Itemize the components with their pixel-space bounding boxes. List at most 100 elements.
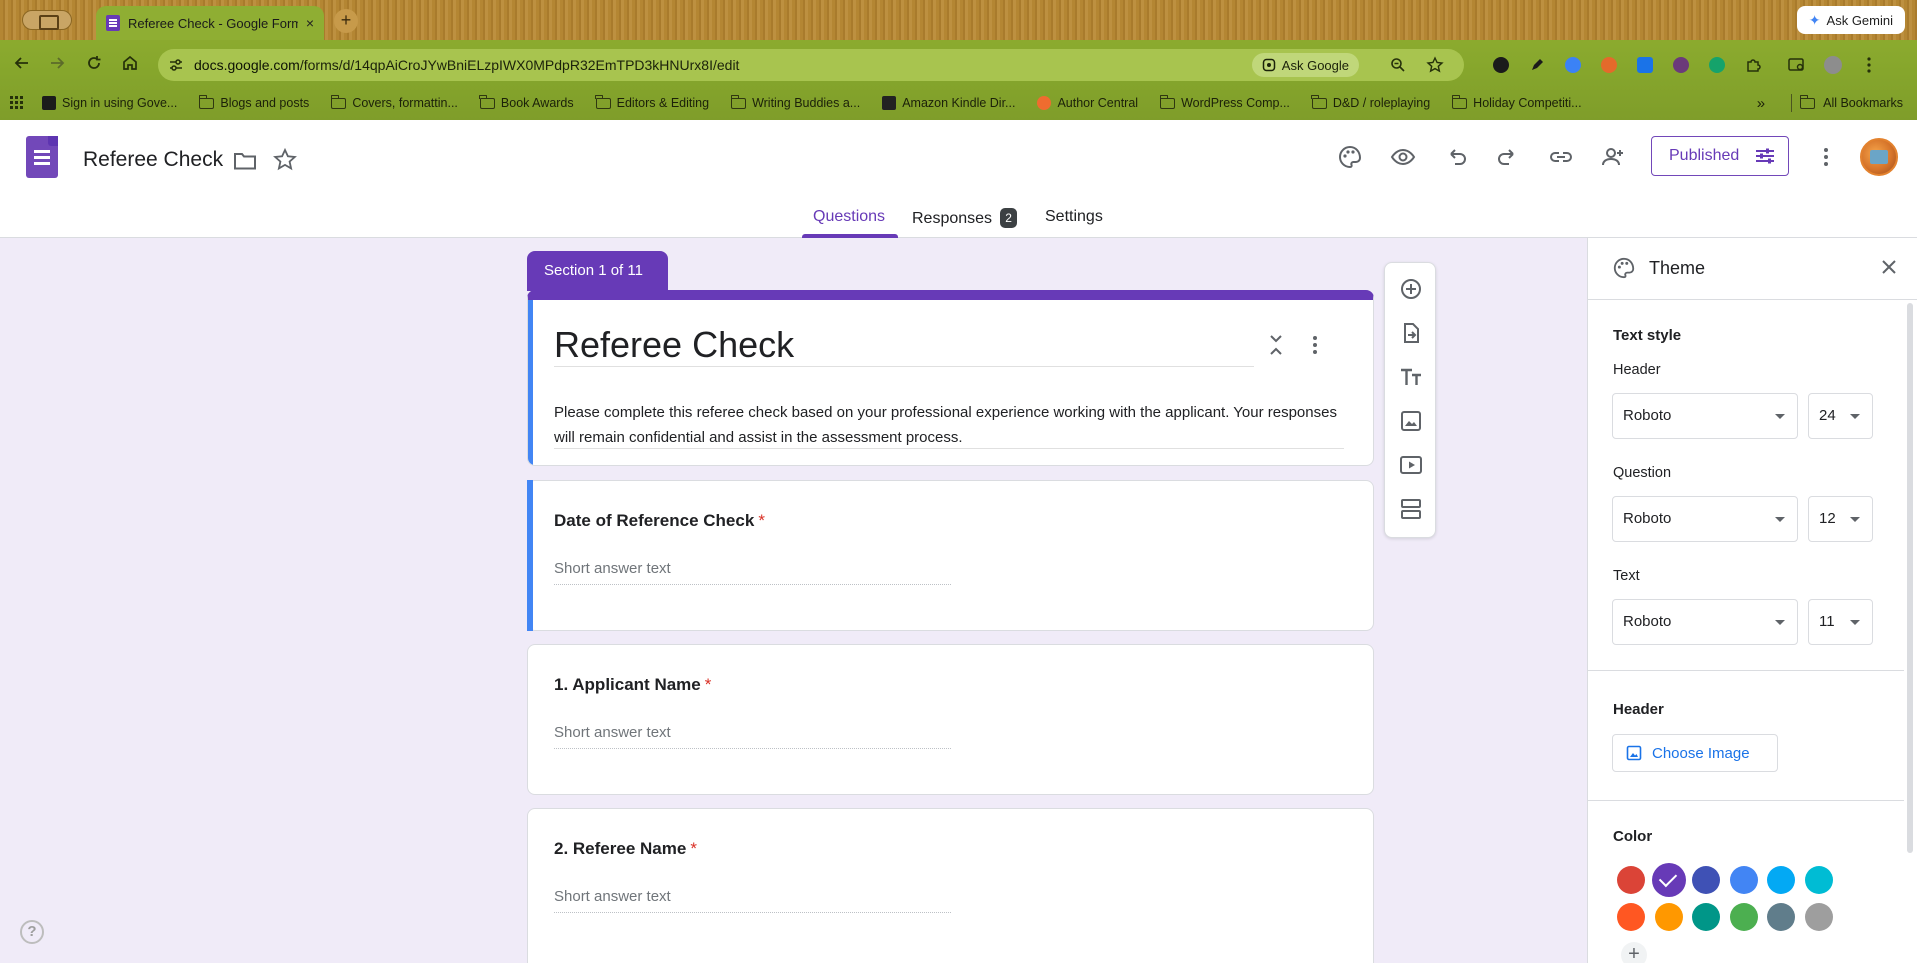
add-custom-color-button[interactable]: + bbox=[1621, 942, 1647, 963]
more-options-icon[interactable] bbox=[1813, 144, 1839, 170]
add-video-icon[interactable] bbox=[1399, 453, 1423, 477]
collapse-section-icon[interactable] bbox=[1268, 334, 1284, 356]
bookmark-item[interactable]: Sign in using Gove... bbox=[42, 96, 177, 110]
forward-arrow-icon[interactable] bbox=[47, 53, 67, 73]
address-bar[interactable]: docs.google.com/forms/d/14qpAiCroJYwBniE… bbox=[158, 49, 1464, 81]
bookmark-item[interactable]: Author Central bbox=[1037, 96, 1138, 110]
browser-chrome: Referee Check - Google Forms × + ✦ Ask G… bbox=[0, 0, 1917, 120]
tab-settings[interactable]: Settings bbox=[1045, 208, 1103, 226]
color-swatch[interactable] bbox=[1692, 903, 1720, 931]
url-host: docs.google.com bbox=[194, 57, 300, 73]
color-swatch[interactable] bbox=[1692, 866, 1720, 894]
extension-icon[interactable] bbox=[1560, 52, 1585, 77]
apps-grid-icon[interactable] bbox=[10, 96, 24, 110]
customize-theme-palette-icon[interactable] bbox=[1337, 144, 1363, 170]
form-title[interactable]: Referee Check bbox=[554, 324, 794, 366]
form-description[interactable]: Please complete this referee check based… bbox=[554, 400, 1344, 450]
bookmark-folder[interactable]: WordPress Comp... bbox=[1159, 94, 1290, 110]
theme-panel-scrollbar[interactable] bbox=[1907, 303, 1913, 853]
google-forms-logo-icon[interactable] bbox=[26, 136, 58, 178]
question-font-select[interactable]: Roboto bbox=[1612, 496, 1798, 542]
ask-gemini-button[interactable]: ✦ Ask Gemini bbox=[1796, 6, 1905, 34]
ask-google-button[interactable]: Ask Google bbox=[1251, 53, 1359, 77]
add-image-icon[interactable] bbox=[1399, 409, 1423, 433]
help-icon[interactable]: ? bbox=[20, 920, 44, 944]
header-size-select[interactable]: 24 bbox=[1808, 393, 1873, 439]
bookmarks-overflow-button[interactable]: » bbox=[1757, 95, 1765, 112]
bookmark-folder[interactable]: Book Awards bbox=[479, 94, 574, 110]
section-more-options-icon[interactable] bbox=[1312, 334, 1318, 356]
all-bookmarks-button[interactable]: All Bookmarks bbox=[1823, 96, 1903, 110]
add-question-icon[interactable] bbox=[1399, 277, 1423, 301]
header-font-select[interactable]: Roboto bbox=[1612, 393, 1798, 439]
import-questions-icon[interactable] bbox=[1399, 321, 1423, 345]
text-size-select[interactable]: 11 bbox=[1808, 599, 1873, 645]
puzzle-extensions-icon[interactable] bbox=[1740, 52, 1765, 77]
published-button[interactable]: Published bbox=[1651, 136, 1789, 176]
question-card[interactable]: Date of Reference Check * Short answer te… bbox=[527, 480, 1374, 631]
extension-icon[interactable] bbox=[1632, 52, 1657, 77]
question-card[interactable]: 1. Applicant Name * Short answer text bbox=[527, 644, 1374, 795]
tab-search-icon[interactable] bbox=[1784, 52, 1809, 77]
copy-link-icon[interactable] bbox=[1548, 144, 1574, 170]
form-tabs: Questions Responses 2 Settings bbox=[0, 194, 1917, 238]
color-swatch[interactable] bbox=[1767, 903, 1795, 931]
grammarly-icon[interactable] bbox=[1704, 52, 1729, 77]
color-swatch[interactable] bbox=[1767, 866, 1795, 894]
add-section-icon[interactable] bbox=[1399, 497, 1423, 521]
tab-responses[interactable]: Responses 2 bbox=[912, 208, 1018, 228]
reload-icon[interactable] bbox=[84, 53, 104, 73]
question-title[interactable]: 1. Applicant Name * bbox=[554, 675, 711, 695]
account-avatar[interactable] bbox=[1860, 138, 1898, 176]
redo-icon[interactable] bbox=[1495, 144, 1521, 170]
browser-menu-icon[interactable] bbox=[1856, 52, 1881, 77]
zoom-icon[interactable] bbox=[1390, 57, 1406, 73]
choose-image-button[interactable]: Choose Image bbox=[1612, 734, 1778, 772]
color-swatch[interactable] bbox=[1729, 866, 1758, 894]
bookmark-item[interactable]: Amazon Kindle Dir... bbox=[882, 96, 1015, 110]
color-swatch[interactable] bbox=[1654, 903, 1683, 931]
color-swatch[interactable] bbox=[1804, 866, 1833, 894]
extension-icon[interactable] bbox=[1668, 52, 1693, 77]
preview-eye-icon[interactable] bbox=[1390, 144, 1416, 170]
bookmark-folder[interactable]: Writing Buddies a... bbox=[730, 94, 860, 110]
bookmark-folder[interactable]: Editors & Editing bbox=[595, 94, 709, 110]
form-title-card[interactable]: Referee Check Please complete this refer… bbox=[527, 290, 1374, 466]
bookmark-star-icon[interactable] bbox=[1426, 56, 1444, 74]
home-icon[interactable] bbox=[120, 53, 140, 73]
forms-header: Referee Check Published Questions Respon… bbox=[0, 120, 1917, 238]
profile-avatar[interactable] bbox=[1820, 52, 1845, 77]
back-arrow-icon[interactable] bbox=[12, 53, 32, 73]
color-swatch[interactable] bbox=[1804, 903, 1833, 931]
site-info-icon[interactable] bbox=[168, 57, 184, 73]
tab-questions[interactable]: Questions bbox=[813, 208, 885, 226]
add-title-text-icon[interactable] bbox=[1399, 365, 1423, 389]
extension-icon[interactable] bbox=[1488, 52, 1513, 77]
extension-icon[interactable] bbox=[1596, 52, 1621, 77]
folder-icon bbox=[198, 94, 215, 109]
bookmark-folder[interactable]: D&D / roleplaying bbox=[1311, 94, 1430, 110]
question-size-select[interactable]: 12 bbox=[1808, 496, 1873, 542]
bookmark-folder[interactable]: Covers, formattin... bbox=[330, 94, 458, 110]
question-title[interactable]: 2. Referee Name * bbox=[554, 839, 697, 859]
star-icon[interactable] bbox=[272, 147, 298, 173]
text-font-select[interactable]: Roboto bbox=[1612, 599, 1798, 645]
color-swatch-selected[interactable] bbox=[1651, 863, 1686, 897]
browser-tab[interactable]: Referee Check - Google Forms × bbox=[96, 6, 324, 40]
tab-close-icon[interactable]: × bbox=[306, 15, 314, 31]
undo-icon[interactable] bbox=[1443, 144, 1469, 170]
color-swatch[interactable] bbox=[1729, 903, 1758, 931]
color-swatch[interactable] bbox=[1617, 866, 1645, 894]
new-tab-button[interactable]: + bbox=[334, 9, 358, 33]
document-title[interactable]: Referee Check bbox=[83, 148, 223, 172]
close-icon[interactable] bbox=[1880, 258, 1898, 276]
add-collaborators-icon[interactable] bbox=[1600, 144, 1626, 170]
color-swatch[interactable] bbox=[1617, 903, 1645, 931]
bookmark-folder[interactable]: Blogs and posts bbox=[198, 94, 309, 110]
bookmark-folder[interactable]: Holiday Competiti... bbox=[1451, 94, 1582, 110]
pen-extension-icon[interactable] bbox=[1524, 52, 1549, 77]
question-title[interactable]: Date of Reference Check * bbox=[554, 511, 765, 531]
window-control-button[interactable] bbox=[22, 10, 72, 30]
move-to-folder-icon[interactable] bbox=[232, 148, 258, 174]
question-card[interactable]: 2. Referee Name * Short answer text bbox=[527, 808, 1374, 963]
